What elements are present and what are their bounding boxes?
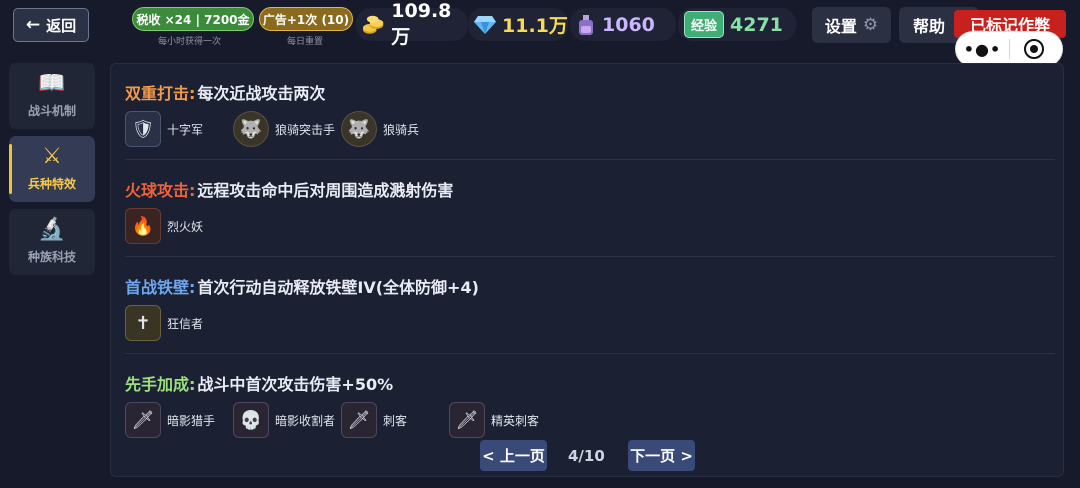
sidebar-item-label: 战斗机制 — [27, 104, 76, 118]
effect-description: 每次近战攻击两次 — [197, 84, 326, 103]
section-divider — [125, 353, 1055, 354]
unit-item[interactable]: 🛡 十字军 — [125, 111, 203, 147]
unit-name: 烈火妖 — [167, 219, 204, 234]
sidebar-item-label: 种族科技 — [27, 250, 76, 264]
ad-pill[interactable]: 广告+1次 (10) — [259, 7, 353, 31]
unit-name: 刺客 — [383, 413, 408, 428]
tax-pill[interactable]: 税收 ×24 | 7200金 — [132, 7, 254, 31]
gold-counter: 109.8万 — [356, 0, 468, 48]
microscope-icon: 🔬 — [38, 217, 66, 242]
effect-description: 远程攻击命中后对周围造成溅射伤害 — [197, 181, 454, 200]
prev-page-button[interactable]: < 上一页 — [480, 440, 547, 471]
potion-flask-icon — [579, 14, 593, 35]
unit-name: 狼骑兵 — [383, 122, 420, 137]
back-label: 返回 — [46, 16, 77, 35]
unit-name: 狂信者 — [167, 316, 204, 331]
unit-name: 精英刺客 — [491, 413, 540, 428]
shadow-reaper-portrait: 💀 — [233, 402, 269, 438]
zealot-portrait: ✝ — [125, 305, 161, 341]
gem-counter: 11.1万 — [468, 8, 568, 41]
wolf-rider-portrait: 🐺 — [341, 111, 377, 147]
unit-item[interactable]: ✝ 狂信者 — [125, 305, 203, 341]
potion-counter: 1060 — [570, 8, 676, 41]
elite-assassin-portrait: 🗡 — [449, 402, 485, 438]
settings-label: 设置 — [824, 17, 857, 36]
unit-name: 暗影收割者 — [275, 413, 336, 428]
tax-note: 每小时获得一次 — [158, 37, 222, 47]
fire-demon-portrait: 🔥 — [125, 208, 161, 244]
sidebar-item-battle-mechanics[interactable]: 📖 战斗机制 — [9, 63, 95, 129]
sidebar-item-race-tech[interactable]: 🔬 种族科技 — [9, 209, 95, 275]
more-options-icon[interactable]: •●• — [956, 40, 1009, 59]
book-icon: 📖 — [38, 71, 66, 96]
exp-tag: 经验 — [684, 11, 725, 38]
gold-value: 109.8万 — [391, 0, 452, 48]
unit-name: 暗影猎手 — [167, 413, 216, 428]
back-arrow-icon: ← — [25, 15, 41, 35]
next-page-button[interactable]: 下一页 > — [628, 440, 695, 471]
exp-counter: 经验 4271 — [678, 8, 796, 41]
unit-item[interactable]: 🔥 烈火妖 — [125, 208, 203, 244]
unit-effects-panel: 双重打击: 每次近战攻击两次 🛡 十字军 🐺 狼骑突击手 🐺 狼骑兵 火球攻击:… — [110, 63, 1064, 477]
crusader-portrait: 🛡 — [125, 111, 161, 147]
unit-item[interactable]: 💀 暗影收割者 — [233, 402, 335, 438]
unit-item[interactable]: 🐺 狼骑兵 — [341, 111, 419, 147]
mini-program-capsule: •●• — [955, 31, 1063, 67]
unit-item[interactable]: 🗡 暗影猎手 — [125, 402, 215, 438]
unit-item[interactable]: 🗡 精英刺客 — [449, 402, 539, 438]
section-divider — [125, 256, 1055, 257]
sidebar-item-label: 兵种特效 — [27, 177, 76, 191]
effect-section: 双重打击: 每次近战攻击两次 🛡 十字军 🐺 狼骑突击手 🐺 狼骑兵 — [125, 81, 1055, 161]
close-mini-program-icon[interactable] — [1024, 39, 1044, 59]
effect-title: 双重打击: — [125, 84, 196, 103]
assassin-portrait: 🗡 — [341, 402, 377, 438]
unit-name: 十字军 — [167, 122, 204, 137]
effect-title: 火球攻击: — [125, 181, 196, 200]
gear-icon: ⚙ — [862, 15, 879, 35]
unit-name: 狼骑突击手 — [275, 122, 336, 137]
sidebar-item-unit-effects[interactable]: ⚔ 兵种特效 — [9, 136, 95, 202]
gem-value: 11.1万 — [502, 15, 568, 37]
section-divider — [125, 159, 1055, 160]
gold-coins-icon — [362, 15, 384, 34]
effect-section: 首战铁壁: 首次行动自动释放铁壁IV(全体防御+4) ✝ 狂信者 — [125, 275, 1055, 355]
shadow-hunter-portrait: 🗡 — [125, 402, 161, 438]
capsule-divider — [1009, 39, 1010, 59]
unit-item[interactable]: 🐺 狼骑突击手 — [233, 111, 335, 147]
potion-value: 1060 — [602, 13, 655, 36]
wolf-rider-raider-portrait: 🐺 — [233, 111, 269, 147]
effect-section: 先手加成: 战斗中首次攻击伤害+50% 🗡 暗影猎手 💀 暗影收割者 🗡 刺客 … — [125, 372, 1055, 452]
exp-value: 4271 — [730, 13, 783, 36]
diamond-icon — [474, 15, 496, 34]
ad-note: 每日重置 — [287, 37, 324, 47]
effect-title: 首战铁壁: — [125, 278, 196, 297]
page-indicator: 4/10 — [568, 447, 605, 465]
help-label: 帮助 — [913, 17, 946, 36]
effect-title: 先手加成: — [125, 375, 196, 394]
effect-section: 火球攻击: 远程攻击命中后对周围造成溅射伤害 🔥 烈火妖 — [125, 178, 1055, 258]
crossed-swords-icon: ⚔ — [42, 144, 62, 169]
effect-description: 战斗中首次攻击伤害+50% — [197, 375, 394, 394]
effect-description: 首次行动自动释放铁壁IV(全体防御+4) — [197, 278, 479, 297]
back-button[interactable]: ← 返回 — [13, 8, 89, 42]
unit-item[interactable]: 🗡 刺客 — [341, 402, 407, 438]
settings-button[interactable]: 设置 ⚙ — [812, 7, 891, 43]
